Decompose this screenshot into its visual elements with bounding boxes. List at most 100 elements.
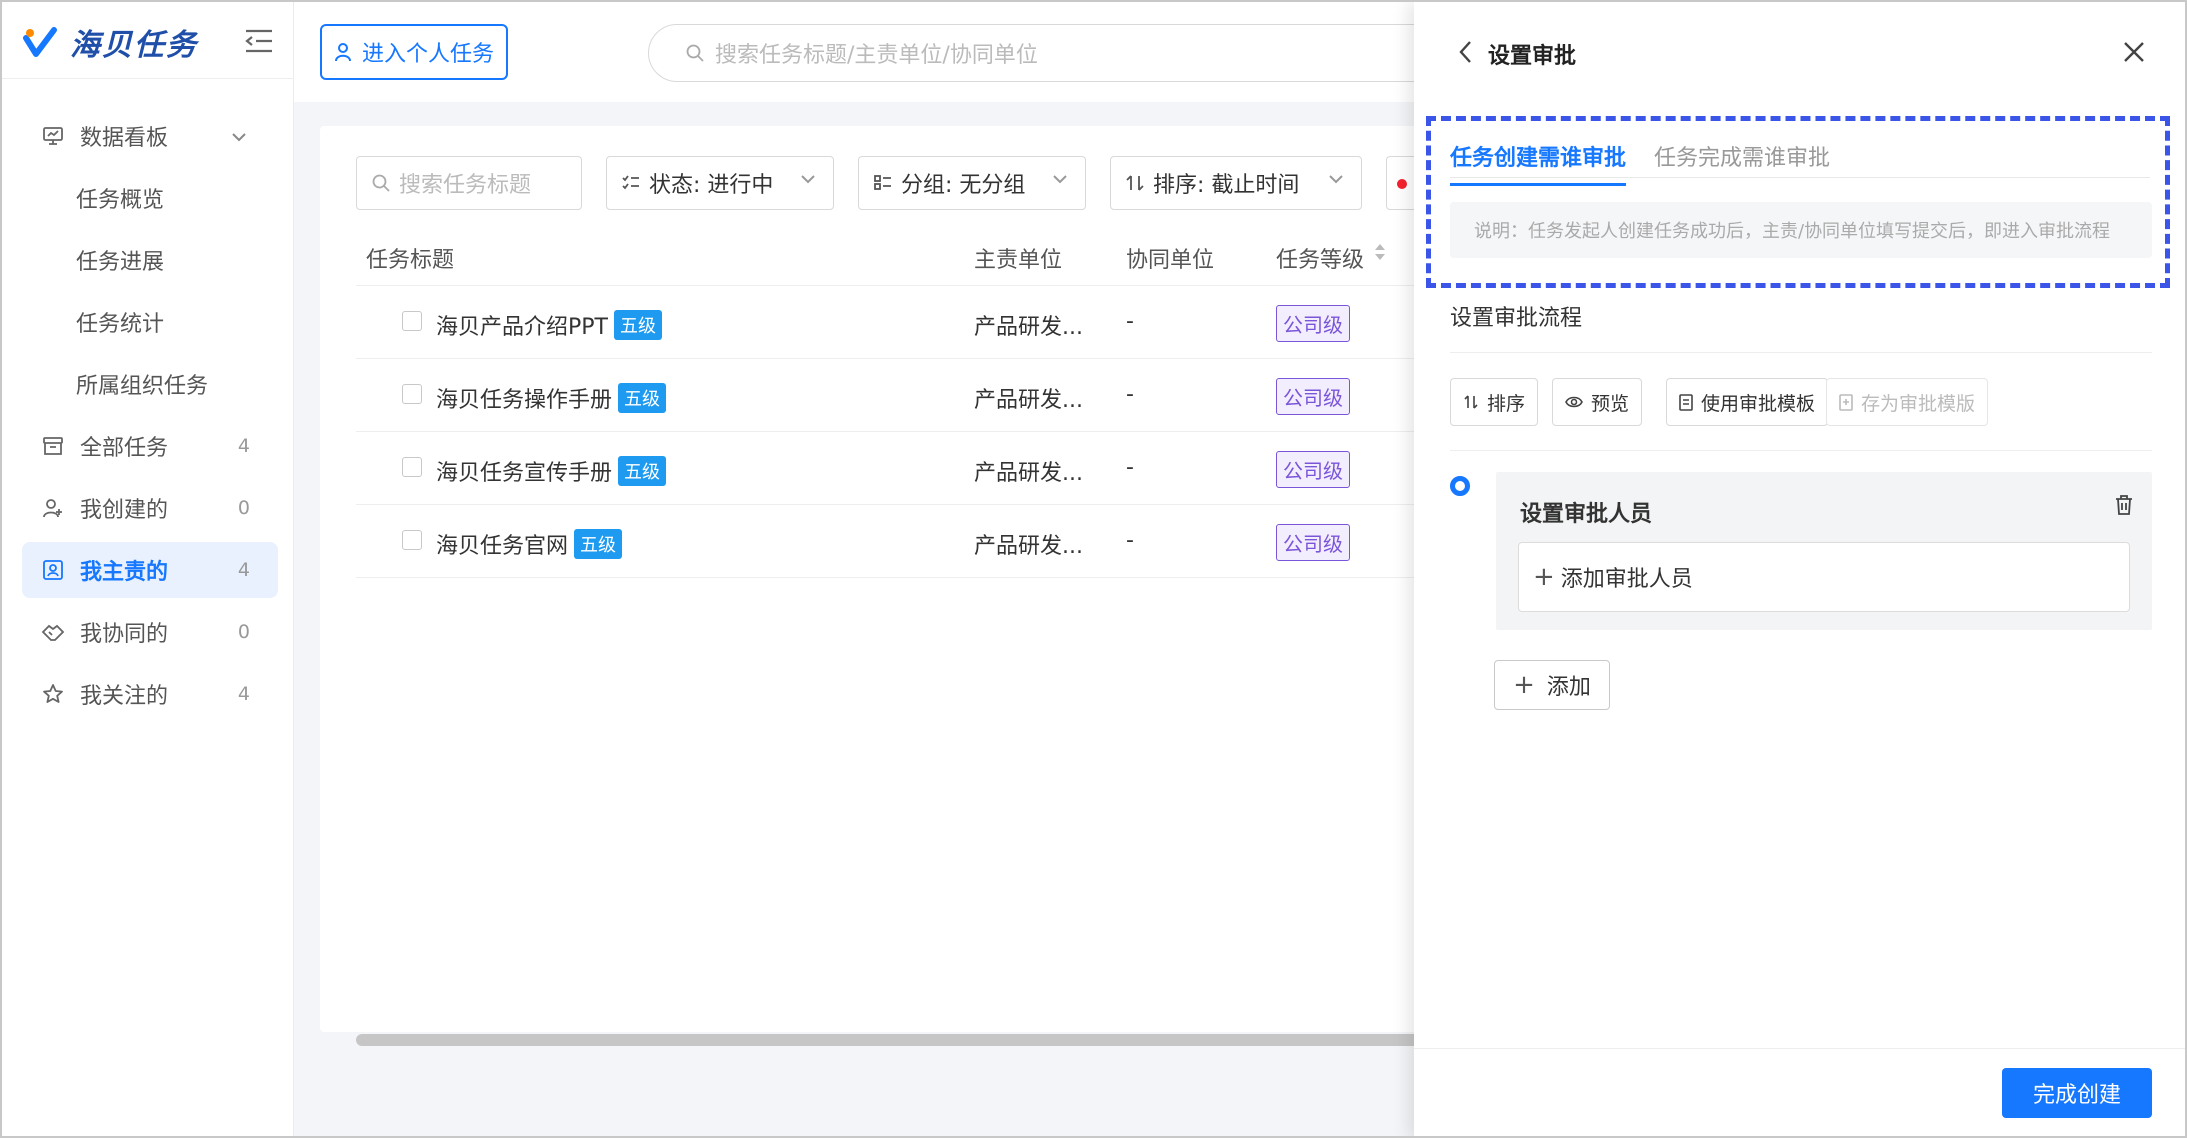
- row-checkbox[interactable]: [402, 530, 422, 550]
- finish-create-button[interactable]: 完成创建: [2002, 1068, 2152, 1118]
- col-header-dept: 主责单位: [974, 248, 1063, 273]
- col-header-title: 任务标题: [366, 248, 455, 273]
- sidebar-item-label: 我创建的: [80, 498, 169, 523]
- sidebar-item-label: 任务统计: [76, 312, 165, 337]
- add-approver-label: 添加审批人员: [1560, 567, 1693, 592]
- chevron-down-icon: [1051, 173, 1069, 185]
- save-template-button[interactable]: 存为审批模版: [1826, 378, 1989, 426]
- sidebar-item-all-tasks[interactable]: 全部任务 4: [22, 418, 278, 474]
- status-filter-label: 状态: 进行中: [649, 173, 774, 198]
- global-search-input[interactable]: 搜索任务标题/主责单位/协同单位: [648, 24, 1448, 82]
- plus-icon: +: [1533, 562, 1555, 592]
- sidebar-item-collaborating[interactable]: 我协同的 0: [22, 604, 278, 660]
- table-row[interactable]: 海贝任务操作手册 五级 产品研发... - 公司级: [356, 360, 1420, 432]
- eye-icon: [1565, 395, 1583, 409]
- sidebar-item-created[interactable]: 我创建的 0: [22, 480, 278, 536]
- sidebar-item-count: 4: [237, 559, 250, 581]
- archive-icon: [40, 433, 66, 459]
- row-checkbox[interactable]: [402, 457, 422, 477]
- approver-node-card: 设置审批人员 + 添加审批人员: [1496, 472, 2152, 630]
- group-filter-select[interactable]: 分组: 无分组: [858, 156, 1086, 210]
- sort-caret-icon[interactable]: [1372, 240, 1388, 270]
- approval-tabs: 任务创建需谁审批 任务完成需谁审批: [1450, 122, 2150, 186]
- chevron-down-icon: [1327, 173, 1345, 185]
- task-search-placeholder: 搜索任务标题: [399, 173, 532, 198]
- approval-drawer: 设置审批 任务创建需谁审批 任务完成需谁审批 说明：任务发起人创建任务成功后，主…: [1414, 2, 2185, 1136]
- level-badge: 五级: [618, 383, 667, 413]
- row-checkbox[interactable]: [402, 311, 422, 331]
- row-dept: 产品研发...: [974, 315, 1083, 340]
- chevron-down-icon: [230, 124, 248, 149]
- sidebar-item-progress[interactable]: 任务进展: [22, 232, 278, 288]
- user-icon: [334, 42, 352, 62]
- sidebar-item-statistics[interactable]: 任务统计: [22, 294, 278, 350]
- save-template-icon: [1839, 393, 1853, 411]
- row-title[interactable]: 海贝产品介绍PPT 五级: [436, 309, 662, 341]
- horizontal-scrollbar[interactable]: [356, 1034, 1420, 1046]
- table-row[interactable]: 海贝任务宣传手册 五级 产品研发... - 公司级: [356, 433, 1420, 505]
- row-title[interactable]: 海贝任务宣传手册 五级: [436, 455, 667, 487]
- sidebar-item-responsible[interactable]: 我主责的 4: [22, 542, 278, 598]
- row-coop: -: [1126, 382, 1134, 407]
- drawer-title: 设置审批: [1488, 44, 1577, 69]
- sort-select[interactable]: 排序: 截止时间: [1110, 156, 1362, 210]
- footer-divider: [1414, 1048, 2185, 1049]
- row-title[interactable]: 海贝任务官网 五级: [436, 528, 623, 560]
- back-arrow-icon[interactable]: [1454, 38, 1478, 66]
- row-coop: -: [1126, 309, 1134, 334]
- approval-note: 说明：任务发起人创建任务成功后，主责/协同单位填写提交后，即进入审批流程: [1450, 202, 2152, 258]
- row-dept: 产品研发...: [974, 388, 1083, 413]
- sidebar-item-label: 任务概览: [76, 188, 165, 213]
- sidebar-item-label: 数据看板: [80, 126, 169, 151]
- grade-tag: 公司级: [1276, 524, 1350, 561]
- add-approver-field[interactable]: + 添加审批人员: [1518, 542, 2130, 612]
- sidebar-item-org-tasks[interactable]: 所属组织任务: [22, 356, 278, 412]
- row-coop: -: [1126, 528, 1134, 553]
- sidebar-item-count: 4: [237, 683, 250, 705]
- sort-icon: [1463, 394, 1479, 410]
- personal-tasks-button[interactable]: 进入个人任务: [320, 24, 508, 80]
- table-row[interactable]: 海贝任务官网 五级 产品研发... - 公司级: [356, 506, 1420, 578]
- level-badge: 五级: [618, 456, 667, 486]
- sidebar-item-count: 0: [237, 621, 250, 643]
- sidebar-item-overview[interactable]: 任务概览: [22, 170, 278, 226]
- row-dept: 产品研发...: [974, 461, 1083, 486]
- preview-button[interactable]: 预览: [1552, 378, 1643, 426]
- collapse-menu-icon[interactable]: [244, 28, 274, 54]
- monitor-icon: [40, 123, 66, 149]
- group-list-icon: [873, 174, 893, 192]
- close-icon[interactable]: [2120, 38, 2148, 66]
- sidebar-divider: [2, 78, 294, 79]
- col-header-grade[interactable]: 任务等级: [1276, 242, 1364, 274]
- clipboard-icon: [1679, 393, 1693, 411]
- sidebar-item-label: 所属组织任务: [76, 374, 209, 399]
- table-row[interactable]: 海贝产品介绍PPT 五级 产品研发... - 公司级: [356, 287, 1420, 359]
- status-filter-select[interactable]: 状态: 进行中: [606, 156, 834, 210]
- divider: [1450, 450, 2152, 451]
- row-checkbox[interactable]: [402, 384, 422, 404]
- add-node-button[interactable]: + 添加: [1494, 660, 1610, 710]
- personal-tasks-label: 进入个人任务: [361, 42, 494, 67]
- trash-icon[interactable]: [2114, 494, 2138, 520]
- task-title-text: 海贝任务操作手册: [436, 388, 613, 413]
- logo-icon: [22, 24, 58, 60]
- grade-tag: 公司级: [1276, 378, 1350, 415]
- tab-complete-approval[interactable]: 任务完成需谁审批: [1654, 140, 1830, 172]
- tab-create-approval[interactable]: 任务创建需谁审批: [1450, 140, 1627, 186]
- sort-label: 排序: 截止时间: [1153, 173, 1300, 198]
- sidebar: 海贝任务 数据看板 任务概览 任务进展 任务统计 所属组织任务 全部任务 4 我…: [2, 2, 294, 1136]
- group-filter-label: 分组: 无分组: [901, 173, 1026, 198]
- sidebar-item-label: 我协同的: [80, 622, 169, 647]
- sidebar-item-label: 全部任务: [80, 436, 169, 461]
- sidebar-item-dashboard[interactable]: 数据看板: [22, 108, 278, 164]
- star-icon: [40, 681, 66, 707]
- list-status-icon: [621, 174, 641, 192]
- task-search-input[interactable]: 搜索任务标题: [356, 156, 582, 210]
- add-node-label: 添加: [1546, 675, 1591, 700]
- row-coop: -: [1126, 455, 1134, 480]
- use-template-button[interactable]: 使用审批模板: [1666, 378, 1829, 426]
- sort-button[interactable]: 排序: [1450, 378, 1539, 426]
- row-title[interactable]: 海贝任务操作手册 五级: [436, 382, 667, 414]
- sidebar-item-followed[interactable]: 我关注的 4: [22, 666, 278, 722]
- user-add-icon: [40, 495, 66, 521]
